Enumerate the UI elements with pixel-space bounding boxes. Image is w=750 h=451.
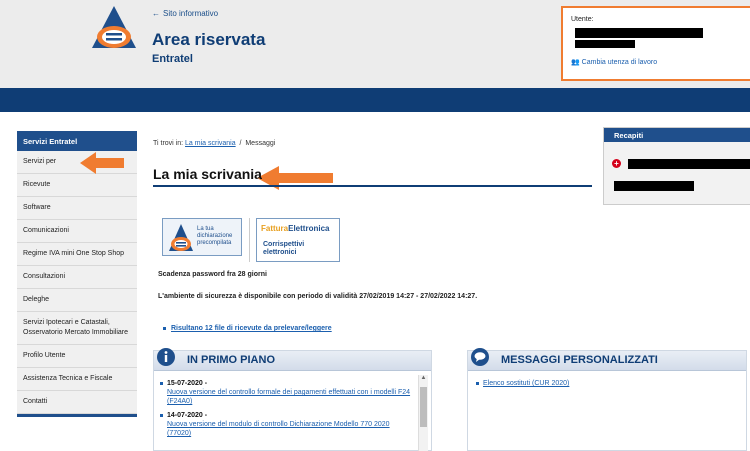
sidebar-bottom-bar — [17, 414, 137, 417]
change-user-label: Cambia utenza di lavoro — [581, 59, 658, 66]
change-user-link[interactable]: 👥 Cambia utenza di lavoro — [571, 58, 657, 66]
bullet-icon — [160, 413, 163, 417]
users-icon: 👥 — [571, 59, 580, 66]
sidebar-item-comunicazioni[interactable]: Comunicazioni — [17, 220, 137, 243]
bullet-icon — [160, 381, 163, 385]
sidebar-item-servizi-ipotecari[interactable]: Servizi Ipotecari e Catastali, Osservato… — [17, 312, 137, 345]
fattura-elettronica-banner[interactable]: FatturaElettronica Corrispettivi elettro… — [256, 218, 340, 262]
header: ← Sito informativo Area riservata Entrate… — [0, 0, 750, 88]
sidebar-item-consultazioni[interactable]: Consultazioni — [17, 266, 137, 289]
redacted-user-name — [575, 28, 703, 38]
sidebar-item-ricevute[interactable]: Ricevute — [17, 174, 137, 197]
info-icon — [157, 348, 175, 366]
sidebar-title: Servizi Entratel — [17, 131, 137, 151]
fattura-word: Fattura — [261, 224, 289, 233]
redacted-user-id — [575, 40, 635, 48]
news-link[interactable]: Nuova versione del controllo formale dei… — [160, 388, 414, 406]
precompilata-banner[interactable]: La tua dichiarazione precompilata — [162, 218, 242, 256]
agenzia-entrate-logo-icon[interactable] — [90, 4, 138, 52]
sidebar-item-regime-iva[interactable]: Regime IVA mini One Stop Shop — [17, 243, 137, 266]
news-panel-header: IN PRIMO PIANO — [154, 348, 431, 371]
fattura-elettronica-label: FatturaElettronica — [261, 224, 329, 233]
sidebar-item-contatti[interactable]: Contatti — [17, 391, 137, 414]
precompilata-banner-label: La tua dichiarazione precompilata — [197, 226, 233, 246]
messages-panel-header: MESSAGGI PERSONALIZZATI — [468, 348, 746, 371]
messages-panel: MESSAGGI PERSONALIZZATI Elenco sostituti… — [467, 348, 747, 451]
receipts-to-download-link[interactable]: Risultano 12 file di ricevute da preleva… — [163, 325, 332, 332]
breadcrumb-prefix: Ti trovi in: — [153, 140, 184, 147]
arrow-left-icon: ← — [152, 9, 160, 18]
page-area-title: Area riservata — [152, 30, 266, 49]
sidebar-item-deleghe[interactable]: Deleghe — [17, 289, 137, 312]
agenzia-logo-icon — [169, 224, 193, 251]
news-date-text: 14-07-2020 - — [167, 412, 208, 419]
page-title: La mia scrivania — [153, 166, 262, 182]
breadcrumb-separator: / — [239, 140, 242, 147]
breadcrumb: Ti trovi in: La mia scrivania / Messaggi — [153, 140, 275, 147]
user-box: Utente: 👥 Cambia utenza di lavoro — [561, 6, 750, 81]
message-link-label: Elenco sostituti (CUR 2020) — [483, 380, 570, 387]
back-link-label: Sito informativo — [163, 9, 219, 18]
orange-arrow-left-icon — [80, 152, 124, 174]
sidebar-item-profilo-utente[interactable]: Profilo Utente — [17, 345, 137, 368]
recapiti-box: Recapiti + — [603, 127, 750, 205]
title-divider — [153, 185, 592, 187]
corrispettivi-word: Corrispettivi — [263, 241, 305, 248]
news-panel-title: IN PRIMO PIANO — [187, 354, 276, 366]
banner-divider — [249, 218, 250, 262]
scrollbar-thumb[interactable] — [420, 387, 427, 427]
redacted-contact-1 — [628, 159, 750, 169]
back-to-info-site-link[interactable]: ← Sito informativo — [152, 9, 218, 18]
news-date-text: 15-07-2020 - — [167, 380, 208, 387]
messages-panel-title: MESSAGGI PERSONALIZZATI — [501, 354, 658, 366]
user-label: Utente: — [571, 16, 594, 23]
breadcrumb-link-scrivania[interactable]: La mia scrivania — [185, 140, 236, 147]
news-date: 14-07-2020 - — [160, 411, 414, 420]
bullet-icon — [163, 326, 166, 330]
bullet-icon — [476, 381, 479, 385]
news-scrollbar[interactable]: ▲ — [418, 375, 428, 451]
chat-bubble-icon — [471, 348, 489, 366]
nav-band — [0, 88, 750, 112]
sidebar-item-software[interactable]: Software — [17, 197, 137, 220]
news-date: 15-07-2020 - — [160, 379, 414, 388]
news-panel: IN PRIMO PIANO 15-07-2020 - Nuova versio… — [153, 348, 432, 451]
breadcrumb-current: Messaggi — [245, 140, 276, 147]
news-list: 15-07-2020 - Nuova versione del controll… — [160, 379, 414, 443]
page-area-subtitle: Entratel — [152, 53, 193, 65]
password-expiry-message: Scadenza password fra 28 giorni — [158, 271, 267, 278]
corrispettivi-elettronici-label: Corrispettivi elettronici — [263, 241, 304, 257]
elettronica-word: Elettronica — [288, 224, 330, 233]
message-link[interactable]: Elenco sostituti (CUR 2020) — [476, 380, 569, 387]
security-environment-message: L'ambiente di sicurezza è disponibile co… — [158, 293, 478, 300]
receipts-link-label: Risultano 12 file di ricevute da preleva… — [171, 325, 332, 332]
elettronici-word: elettronici — [263, 249, 297, 256]
orange-arrow-left-icon — [257, 166, 333, 190]
scroll-up-icon[interactable]: ▲ — [419, 375, 428, 381]
redacted-contact-2 — [614, 181, 694, 191]
news-link[interactable]: Nuova versione del modulo di controllo D… — [160, 420, 414, 438]
sidebar-item-assistenza[interactable]: Assistenza Tecnica e Fiscale — [17, 368, 137, 391]
swiss-flag-icon: + — [612, 159, 621, 168]
recapiti-title: Recapiti — [604, 128, 750, 142]
